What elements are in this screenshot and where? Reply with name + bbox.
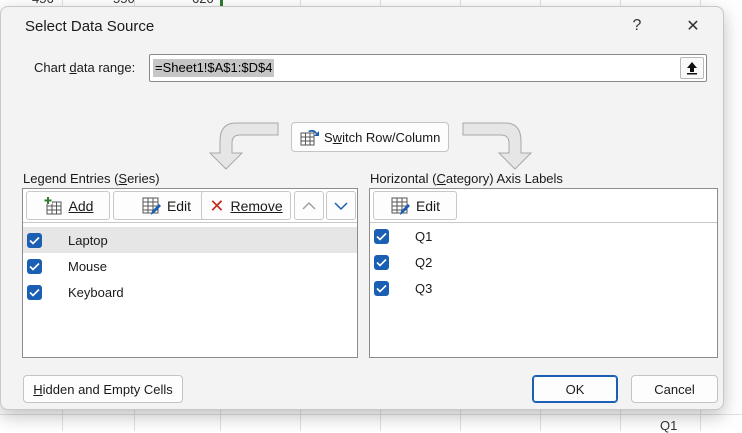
legend-series-list: Laptop Mouse Keyboard <box>23 227 357 305</box>
chevron-up-icon <box>302 201 316 210</box>
remove-series-button[interactable]: ✕ Remove <box>201 191 291 220</box>
list-item[interactable]: Laptop <box>23 227 357 253</box>
add-table-icon <box>43 195 62 214</box>
chevron-down-icon <box>334 201 348 210</box>
series-name: Keyboard <box>68 284 124 300</box>
upload-arrow-icon <box>687 62 697 75</box>
legend-entries-panel: Add Edit ✕ Remove Laptop Mouse Keyboard <box>22 188 358 358</box>
checkmark-icon <box>29 236 40 245</box>
axis-labels-panel: Edit Q1 Q2 Q3 <box>369 188 718 358</box>
category-name: Q1 <box>415 228 433 244</box>
cancel-button[interactable]: Cancel <box>631 375 718 403</box>
help-icon: ? <box>632 17 642 34</box>
category-checkbox[interactable] <box>374 280 389 296</box>
category-name: Q3 <box>415 280 433 296</box>
list-item[interactable]: Keyboard <box>23 279 357 305</box>
close-icon: ✕ <box>686 18 700 35</box>
collapse-dialog-button[interactable] <box>680 57 704 79</box>
list-item[interactable]: Q3 <box>370 275 717 301</box>
move-up-button[interactable] <box>294 191 324 220</box>
checkmark-icon <box>29 262 40 271</box>
remove-x-icon: ✕ <box>209 195 225 216</box>
series-checkbox[interactable] <box>27 284 42 300</box>
ok-label: OK <box>565 381 585 397</box>
curved-arrow-left-icon <box>208 122 279 170</box>
category-checkbox[interactable] <box>374 228 389 244</box>
switch-row-column-icon <box>300 129 319 146</box>
add-series-label: Add <box>68 197 94 214</box>
select-data-source-dialog: Select Data Source ? ✕ Chart data range:… <box>0 6 724 410</box>
switch-row-column-label: Switch Row/Column <box>324 129 441 145</box>
checkmark-icon <box>376 258 387 267</box>
chart-data-range-label: Chart data range: <box>34 60 136 75</box>
series-checkbox[interactable] <box>27 232 42 248</box>
close-button[interactable]: ✕ <box>673 11 713 41</box>
series-name: Laptop <box>68 232 108 248</box>
edit-axis-labels-button[interactable]: Edit <box>373 191 457 220</box>
hidden-empty-cells-label: Hidden and Empty Cells <box>33 381 173 397</box>
list-item[interactable]: Q2 <box>370 249 717 275</box>
axis-labels-list: Q1 Q2 Q3 <box>370 223 717 301</box>
edit-table-icon <box>142 197 161 215</box>
axis-toolbar: Edit <box>370 189 717 223</box>
category-checkbox[interactable] <box>374 254 389 270</box>
dialog-title: Select Data Source <box>25 18 155 35</box>
move-down-button[interactable] <box>326 191 356 220</box>
axis-labels-label: Horizontal (Category) Axis Labels <box>370 171 563 186</box>
checkmark-icon <box>376 284 387 293</box>
chart-data-range-input[interactable]: =Sheet1!$A$1:$D$4 <box>149 54 707 82</box>
edit-axis-labels-label: Edit <box>415 197 441 214</box>
legend-toolbar: Add Edit ✕ Remove <box>23 189 357 223</box>
switch-row-column-button[interactable]: Switch Row/Column <box>291 122 449 152</box>
series-checkbox[interactable] <box>27 258 42 274</box>
add-series-button[interactable]: Add <box>26 191 110 220</box>
series-name: Mouse <box>68 258 108 274</box>
cancel-label: Cancel <box>654 381 695 397</box>
curved-arrow-right-icon <box>462 122 533 170</box>
hidden-empty-cells-button[interactable]: Hidden and Empty Cells <box>23 375 183 403</box>
edit-series-label: Edit <box>166 197 192 214</box>
checkmark-icon <box>29 288 40 297</box>
list-item[interactable]: Mouse <box>23 253 357 279</box>
chart-data-range-value: =Sheet1!$A$1:$D$4 <box>153 59 275 77</box>
legend-entries-label: Legend Entries (Series) <box>23 171 160 186</box>
category-name: Q2 <box>415 254 433 270</box>
checkmark-icon <box>376 232 387 241</box>
title-bar: Select Data Source ? ✕ <box>1 7 723 45</box>
ok-button[interactable]: OK <box>532 375 618 403</box>
help-button[interactable]: ? <box>617 11 657 41</box>
remove-series-label: Remove <box>230 197 283 214</box>
edit-table-icon <box>391 197 410 215</box>
list-item[interactable]: Q1 <box>370 223 717 249</box>
